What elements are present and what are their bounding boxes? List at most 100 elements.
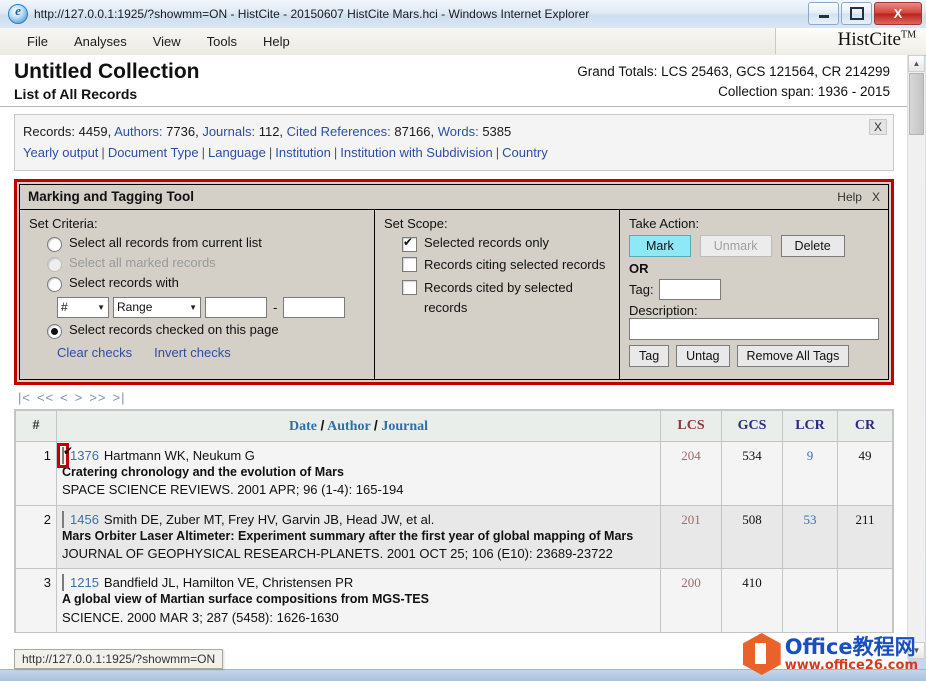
column-header-number: # xyxy=(15,409,57,442)
column-header-date[interactable]: Date xyxy=(289,419,317,434)
checkbox-records-citing-selected[interactable]: Records citing selected records xyxy=(402,255,610,275)
set-criteria-column: Set Criteria: Select all records from cu… xyxy=(20,209,375,379)
stats-link-language[interactable]: Language xyxy=(208,145,266,160)
invert-checks-link[interactable]: Invert checks xyxy=(154,345,231,360)
minimize-button[interactable] xyxy=(808,2,839,25)
set-scope-column: Set Scope: Selected records only Records… xyxy=(375,209,620,379)
tag-button[interactable]: Tag xyxy=(629,344,670,367)
radio-icon xyxy=(47,323,62,339)
window-bottom-chrome xyxy=(0,669,926,681)
stats-link-institution[interactable]: Institution xyxy=(275,145,331,160)
stats-close-icon[interactable]: X xyxy=(868,119,887,135)
column-header-lcr[interactable]: LCR xyxy=(782,409,838,442)
marking-tool-close-icon[interactable]: X xyxy=(872,190,880,204)
delete-button[interactable]: Delete xyxy=(780,234,845,257)
menu-item-file[interactable]: File xyxy=(16,31,59,52)
maximize-icon xyxy=(849,7,864,20)
vertical-scrollbar[interactable]: ▲ ▼ xyxy=(907,55,925,659)
pager-next-block-button[interactable]: >> xyxy=(89,390,106,405)
marking-tool-help-link[interactable]: Help xyxy=(837,190,862,204)
mark-button[interactable]: Mark xyxy=(629,234,691,257)
menu-item-view[interactable]: View xyxy=(142,31,192,52)
stats-link-document-type[interactable]: Document Type xyxy=(108,145,199,160)
window-titlebar: http://127.0.0.1:1925/?showmm=ON - HistC… xyxy=(0,0,926,29)
maximize-button[interactable] xyxy=(841,2,872,25)
record-authors: Bandfield JL, Hamilton VE, Christensen P… xyxy=(103,575,354,591)
column-header-gcs[interactable]: GCS xyxy=(721,409,783,442)
action-primary-buttons: Mark Unmark Delete xyxy=(629,234,879,257)
record-id-link[interactable]: 1376 xyxy=(70,448,99,463)
radio-select-all-current-list[interactable]: Select all records from current list xyxy=(47,235,365,252)
record-checkbox[interactable] xyxy=(62,510,64,528)
row-cr-value xyxy=(837,568,893,634)
menu-item-analyses[interactable]: Analyses xyxy=(63,31,138,52)
mode-select[interactable]: Range ▼ xyxy=(113,296,201,318)
field-select[interactable]: # ▼ xyxy=(57,296,109,318)
clear-checks-link[interactable]: Clear checks xyxy=(57,345,132,360)
stats-links: Yearly output | Document Type | Language | Ins… xyxy=(23,143,885,164)
stats-link-country[interactable]: Country xyxy=(502,145,548,160)
records-label: Records: xyxy=(23,124,76,139)
chevron-down-icon: ▼ xyxy=(97,302,105,312)
internet-explorer-icon xyxy=(8,3,28,24)
stats-link-institution-with-subdivision[interactable]: Institution with Subdivision xyxy=(340,145,492,160)
row-lcs-value: 201 xyxy=(660,504,722,570)
tag-input[interactable] xyxy=(658,278,721,300)
scroll-down-icon[interactable]: ▼ xyxy=(908,642,925,659)
words-label[interactable]: Words: xyxy=(438,124,479,139)
column-header-author[interactable]: Author xyxy=(327,419,370,434)
record-checkbox[interactable] xyxy=(62,574,64,592)
description-input[interactable] xyxy=(629,317,879,340)
range-from-input[interactable] xyxy=(205,296,267,318)
marking-tool-titlebar: Marking and Tagging Tool Help X xyxy=(20,184,888,210)
remove-all-tags-button[interactable]: Remove All Tags xyxy=(736,344,850,367)
range-dash: - xyxy=(273,299,278,315)
column-header-main: Date / Author / Journal xyxy=(56,409,661,442)
words-value: 5385 xyxy=(482,124,512,139)
row-gcs-value: 534 xyxy=(721,440,783,506)
row-gcs-value: 410 xyxy=(721,568,783,634)
scroll-up-icon[interactable]: ▲ xyxy=(908,55,925,72)
grand-totals: Grand Totals: LCS 25463, GCS 121564, CR … xyxy=(577,64,890,79)
close-button[interactable]: X xyxy=(874,2,922,25)
journals-label[interactable]: Journals: xyxy=(202,124,255,139)
radio-select-all-marked: Select all marked records xyxy=(47,255,365,272)
row-lcs-value: 204 xyxy=(660,440,722,506)
record-checkbox[interactable] xyxy=(62,446,64,464)
checkbox-selected-records-only[interactable]: Selected records only xyxy=(402,235,610,252)
row-lcr-value[interactable] xyxy=(782,568,838,634)
pager-prev-block-button[interactable]: << xyxy=(37,390,54,405)
stats-link-yearly-output[interactable]: Yearly output xyxy=(23,145,98,160)
record-id-link[interactable]: 1215 xyxy=(70,575,99,590)
page-content: Untitled Collection List of All Records … xyxy=(0,55,909,670)
authors-label[interactable]: Authors: xyxy=(114,124,162,139)
journals-value: 112, xyxy=(258,124,284,139)
row-lcr-value[interactable]: 9 xyxy=(782,440,838,506)
untag-button[interactable]: Untag xyxy=(676,344,730,367)
column-header-cr[interactable]: CR xyxy=(837,409,893,442)
pager-last-button[interactable]: >| xyxy=(113,390,126,405)
cited-references-label[interactable]: Cited References: xyxy=(287,124,391,139)
radio-label: Select all records from current list xyxy=(69,234,262,250)
pager-first-button[interactable]: |< xyxy=(18,390,31,405)
tag-action-buttons: Tag Untag Remove All Tags xyxy=(629,344,879,367)
checkbox-records-cited-by-selected[interactable]: Records cited by selected records xyxy=(402,278,610,318)
header-slash: / xyxy=(373,416,378,433)
pager-next-button[interactable]: > xyxy=(75,390,84,405)
row-lcr-value[interactable]: 53 xyxy=(782,504,838,570)
header-slash: / xyxy=(320,416,325,433)
collection-span: Collection span: 1936 - 2015 xyxy=(718,83,890,99)
range-to-input[interactable] xyxy=(283,296,346,318)
menu-item-tools[interactable]: Tools xyxy=(196,31,248,52)
radio-select-records-with[interactable]: Select records with xyxy=(47,275,365,292)
radio-icon xyxy=(47,236,62,252)
column-header-lcs[interactable]: LCS xyxy=(660,409,722,442)
row-gcs-value: 508 xyxy=(721,504,783,570)
scrollbar-thumb[interactable] xyxy=(909,73,924,135)
column-header-journal[interactable]: Journal xyxy=(381,419,428,434)
radio-select-checked-on-page[interactable]: Select records checked on this page xyxy=(47,322,365,339)
record-id-link[interactable]: 1456 xyxy=(70,512,99,527)
window-controls: X xyxy=(808,2,922,25)
menu-item-help[interactable]: Help xyxy=(252,31,301,52)
pager-prev-button[interactable]: < xyxy=(60,390,69,405)
